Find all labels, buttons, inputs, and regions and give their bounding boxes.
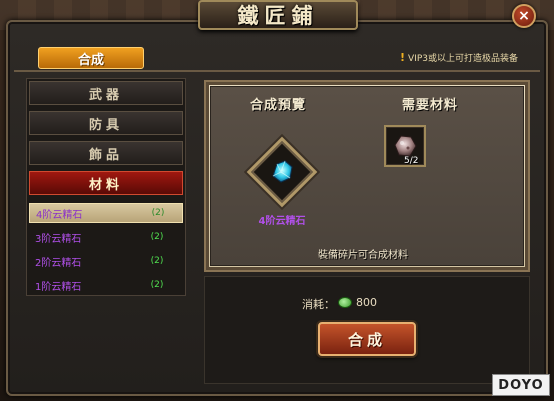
material-list: 4阶云精石 (2) 3阶云精石 (2) 2阶云精石 (2) 1阶云精石 (2) xyxy=(29,203,183,295)
exclamation-icon: ! xyxy=(400,50,406,64)
list-item-count: (2) xyxy=(150,256,164,266)
list-item-name: 3阶云精石 xyxy=(35,233,82,245)
required-material-count: 5/2 xyxy=(404,156,419,166)
preview-title: 合成預覽 xyxy=(250,98,307,113)
list-item[interactable]: 4阶云精石 (2) xyxy=(29,203,183,223)
category-materials-button[interactable]: 材料 xyxy=(29,171,183,195)
list-item-count: (2) xyxy=(151,208,165,218)
list-item-count: (2) xyxy=(150,232,164,242)
green-gem-currency-icon xyxy=(338,297,352,308)
cost-label: 消耗： xyxy=(302,298,335,311)
list-item[interactable]: 1阶云精石 (2) xyxy=(29,275,183,295)
cost-value: 800 xyxy=(356,296,377,309)
tab-compose[interactable]: 合成 xyxy=(38,47,144,69)
list-item[interactable]: 3阶云精石 (2) xyxy=(29,227,183,247)
close-button[interactable]: × xyxy=(512,4,536,28)
window-title: 鐵匠鋪 xyxy=(237,3,319,28)
list-item[interactable]: 2阶云精石 (2) xyxy=(29,251,183,271)
preview-item-name: 4阶云精石 xyxy=(258,216,306,227)
list-item-count: (2) xyxy=(150,280,164,290)
cyan-gem-icon[interactable] xyxy=(264,153,300,189)
list-item-name: 4阶云精石 xyxy=(36,209,83,221)
vip-notice-text: VIP3或以上可打造极品装备 xyxy=(408,53,518,64)
close-icon: × xyxy=(518,8,530,24)
category-weapons-button[interactable]: 武器 xyxy=(29,81,183,105)
window-title-plaque: 鐵匠鋪 xyxy=(198,0,358,30)
category-panel: 武器 防具 飾品 材料 4阶云精石 (2) 3阶云精石 (2) 2阶云精石 (2… xyxy=(26,78,186,296)
list-item-name: 1阶云精石 xyxy=(35,281,82,293)
category-armor-button[interactable]: 防具 xyxy=(29,111,183,135)
category-accessories-button[interactable]: 飾品 xyxy=(29,141,183,165)
vip-notice: ! VIP3或以上可打造极品装备 xyxy=(400,49,540,65)
header-divider xyxy=(14,70,540,72)
compose-button[interactable]: 合成 xyxy=(318,322,416,356)
doyo-watermark: DOYO xyxy=(492,374,550,396)
hint-text: 裝備碎片可合成材料 xyxy=(318,250,408,261)
required-materials-title: 需要材料 xyxy=(402,98,459,113)
list-item-name: 2阶云精石 xyxy=(35,257,82,269)
